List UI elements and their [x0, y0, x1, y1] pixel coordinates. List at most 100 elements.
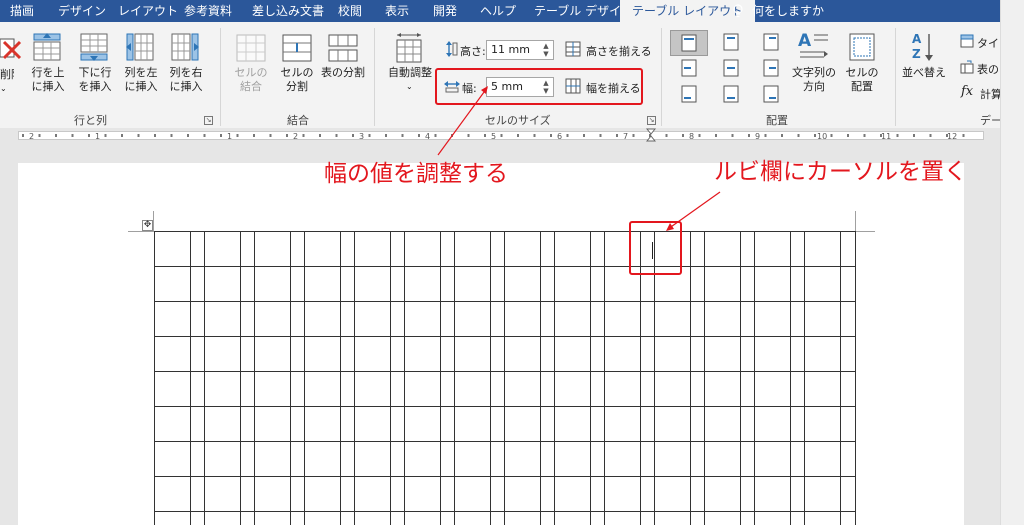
ruler-tick	[467, 134, 470, 137]
grid-column-line	[390, 231, 391, 525]
formula-button[interactable]: 計算	[980, 86, 1002, 102]
ruler-tick	[434, 134, 437, 137]
align-bottom-center-icon[interactable]	[722, 84, 740, 104]
convert-to-text-button[interactable]: 表の	[977, 61, 999, 77]
grid-column-line	[590, 231, 591, 525]
insert-above-icon	[33, 33, 61, 61]
ruler-tick	[830, 134, 833, 137]
text-direction-line1: 文字列の	[792, 66, 836, 79]
autofit-button[interactable]: 自動調整	[386, 66, 434, 80]
autofit-dropdown-chevron-icon[interactable]: ⌄	[406, 80, 413, 94]
align-top-center-icon[interactable]	[722, 32, 740, 52]
align-bottom-right-icon[interactable]	[762, 84, 780, 104]
insert-left-button[interactable]: 列を左 に挿入	[121, 66, 161, 94]
ruler-tick	[220, 134, 222, 137]
ruler-tick	[599, 134, 602, 137]
align-center-icon[interactable]	[722, 58, 740, 78]
ruler-tick	[731, 134, 734, 137]
grid-row-line	[154, 406, 856, 407]
tab-draw[interactable]: 描画	[10, 0, 34, 22]
grid-column-line	[154, 231, 155, 525]
ruler-tick	[517, 134, 519, 137]
grid-column-line	[340, 231, 341, 525]
row-height-icon	[446, 41, 458, 57]
crop-mark	[855, 231, 875, 232]
ruler-tick	[748, 134, 750, 137]
autofit-icon	[396, 33, 422, 63]
ruler-tick	[352, 134, 354, 137]
grid-row-line	[154, 476, 856, 477]
merge-cells-line1: セルの	[234, 66, 268, 79]
vertical-scrollbar[interactable]	[1000, 0, 1024, 525]
ruler-tick	[814, 134, 816, 137]
ruler-tick	[583, 134, 585, 137]
convert-to-text-icon	[960, 60, 974, 74]
tab-references[interactable]: 参考資料	[184, 0, 232, 22]
tab-layout[interactable]: レイアウト	[118, 0, 178, 22]
ruler-tick	[88, 134, 90, 137]
tab-table-design[interactable]: テーブル デザイン	[534, 0, 633, 22]
sort-button[interactable]: 並べ替え	[900, 66, 948, 80]
ruler-tick	[319, 134, 321, 137]
split-cells-button[interactable]: セルの 分割	[277, 66, 317, 94]
crop-mark	[153, 211, 154, 231]
crop-mark	[128, 231, 154, 232]
tab-design[interactable]: デザイン	[58, 0, 106, 22]
width-highlight-box	[435, 68, 643, 105]
cell-margins-button[interactable]: セルの 配置	[838, 66, 886, 94]
ruler-tick	[154, 134, 156, 137]
insert-below-button[interactable]: 下に行 を挿入	[75, 66, 115, 94]
align-center-left-icon[interactable]	[680, 58, 698, 78]
ruler-tick	[500, 134, 503, 137]
ruler-tick	[203, 134, 206, 137]
ribbon-tab-bar: 描画 デザイン レイアウト 参考資料 差し込み文書 校閲 表示 開発 ヘルプ テ…	[0, 0, 1024, 22]
ruler-tick	[55, 134, 57, 137]
tab-mailings[interactable]: 差し込み文書	[252, 0, 324, 22]
delete-dropdown-chevron-icon[interactable]: ⌄	[0, 82, 7, 96]
table-move-handle-icon[interactable]: ✥	[142, 220, 153, 231]
delete-button-label[interactable]: 削除	[0, 68, 14, 82]
text-direction-button[interactable]: 文字列の 方向	[790, 66, 838, 94]
merge-cells-icon	[236, 34, 266, 62]
insert-right-button[interactable]: 列を右 に挿入	[166, 66, 206, 94]
tab-developer[interactable]: 開発	[433, 0, 457, 22]
repeat-header-rows-icon	[960, 34, 974, 48]
grid-column-line	[554, 231, 555, 525]
align-top-left-button[interactable]	[670, 30, 708, 56]
ruler-tick	[913, 134, 915, 137]
delete-table-icon[interactable]	[0, 36, 22, 62]
split-table-button[interactable]: 表の分割	[318, 66, 368, 80]
insert-above-button[interactable]: 行を上 に挿入	[28, 66, 68, 94]
height-spinner-icon[interactable]: ▲ ▼	[542, 42, 550, 58]
ruler-tick	[269, 134, 272, 137]
group-separator	[374, 28, 375, 126]
distribute-rows-button[interactable]: 高さを揃える	[586, 43, 652, 59]
align-bottom-left-icon[interactable]	[680, 84, 698, 104]
insert-right-line2: に挿入	[169, 80, 203, 93]
merge-cells-button[interactable]: セルの 結合	[231, 66, 271, 94]
ruler-tick	[896, 134, 899, 137]
ruby-grid-table[interactable]	[154, 231, 856, 525]
lightbulb-icon	[733, 4, 743, 18]
align-center-right-icon[interactable]	[762, 58, 780, 78]
split-cells-line1: セルの	[280, 66, 314, 79]
ruler-tick	[533, 134, 536, 137]
indent-marker-icon[interactable]	[646, 128, 656, 142]
grid-column-line	[454, 231, 455, 525]
height-input[interactable]: 11 mm ▲ ▼	[486, 40, 554, 60]
height-label: 高さ:	[460, 45, 486, 58]
tab-help[interactable]: ヘルプ	[480, 0, 516, 22]
ruler-tick	[880, 134, 882, 137]
align-top-right-icon[interactable]	[762, 32, 780, 52]
ruler-tick	[632, 134, 635, 137]
rows-columns-dialog-launcher-icon[interactable]: ↘	[204, 116, 213, 125]
tab-review[interactable]: 校閲	[338, 0, 362, 22]
word-window: 描画 デザイン レイアウト 参考資料 差し込み文書 校閲 表示 開発 ヘルプ テ…	[0, 0, 1024, 525]
text-direction-icon: A	[798, 31, 828, 58]
tell-me-search[interactable]: 何をしますか	[752, 0, 824, 22]
ruler-tick	[929, 134, 932, 137]
cell-margins-icon	[849, 33, 875, 61]
tab-view[interactable]: 表示	[385, 0, 409, 22]
text-direction-line2: 方向	[803, 80, 825, 93]
cell-size-dialog-launcher-icon[interactable]: ↘	[647, 116, 656, 125]
